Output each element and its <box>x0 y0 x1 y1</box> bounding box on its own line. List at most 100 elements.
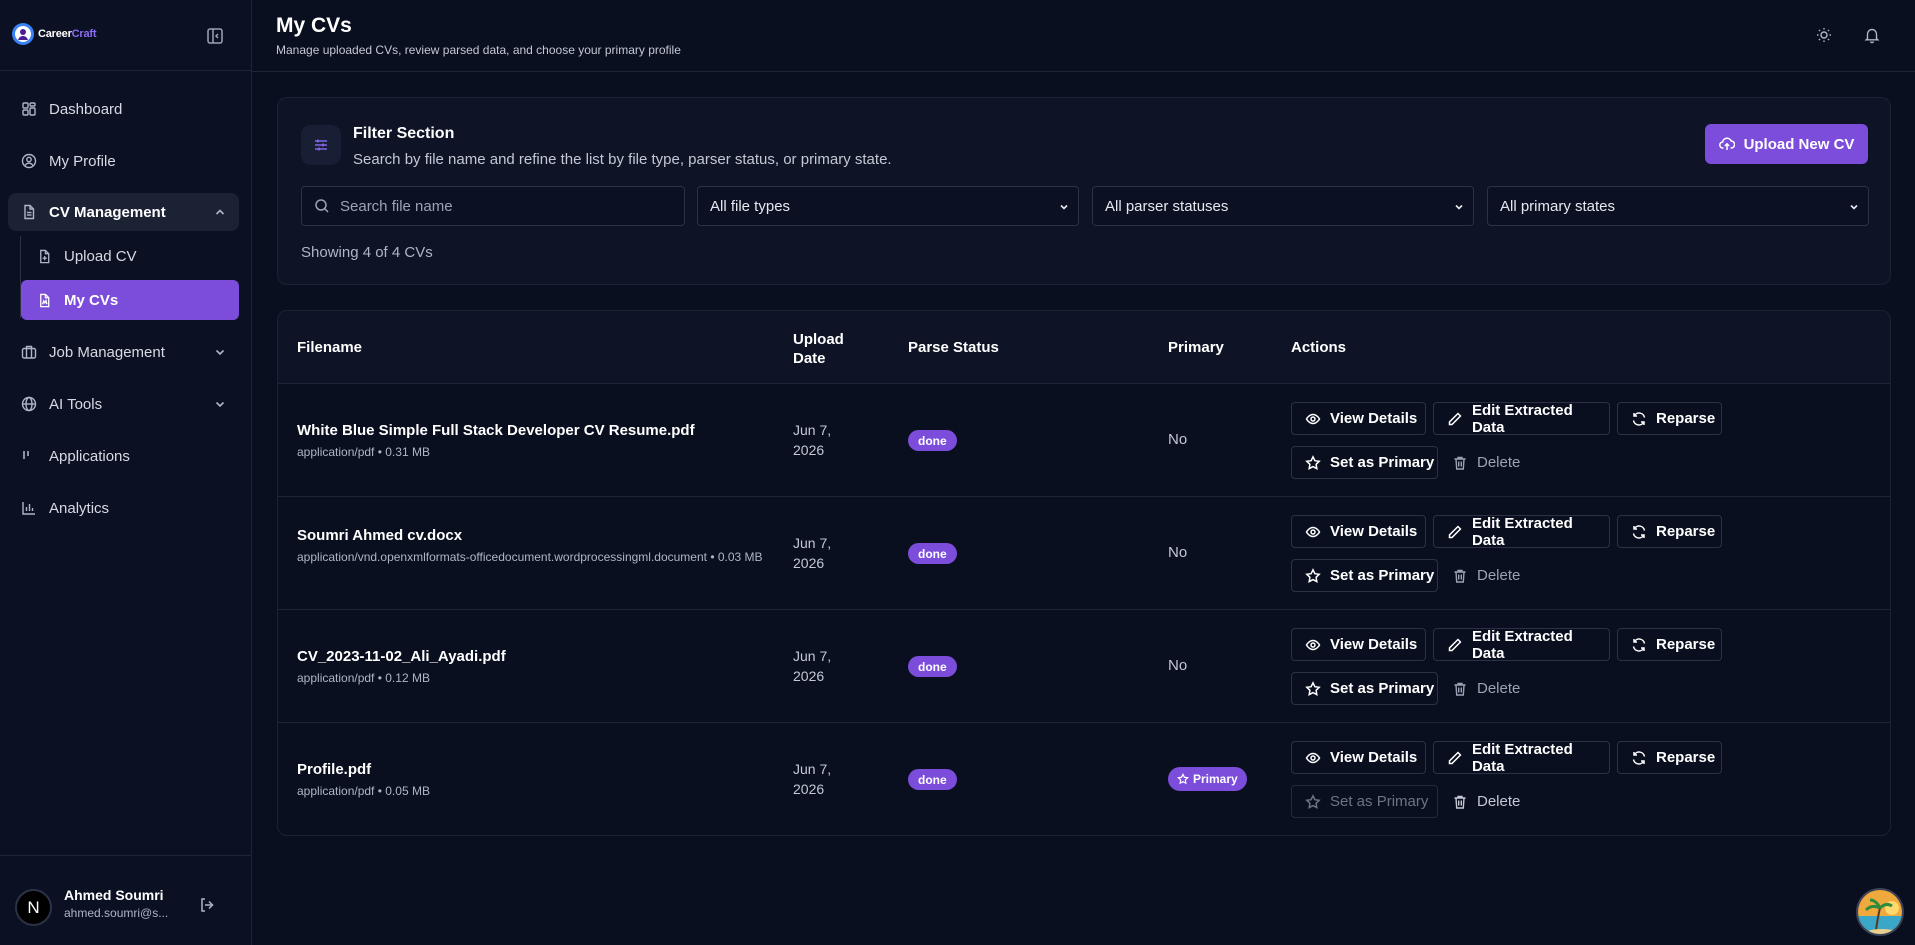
theme-toggle-icon[interactable] <box>1815 26 1833 44</box>
delete-button[interactable]: Delete <box>1438 559 1523 592</box>
button-label: Set as Primary <box>1330 793 1429 810</box>
sidebar-item-label: Dashboard <box>49 100 123 118</box>
delete-button[interactable]: Delete <box>1438 672 1523 705</box>
view-details-button[interactable]: View Details <box>1291 628 1426 661</box>
primary-value: No <box>1168 657 1188 674</box>
assistant-avatar[interactable] <box>1856 888 1904 936</box>
upload-date-line2: 2026 <box>793 668 825 684</box>
set-primary-button[interactable]: Set as Primary <box>1291 446 1438 479</box>
sidebar-item-cv-management[interactable]: CV Management <box>8 193 239 231</box>
filter-section: Filter Section Search by file name and r… <box>277 97 1891 285</box>
button-label: Delete <box>1477 793 1521 810</box>
trash-icon <box>1454 795 1466 809</box>
sidebar-item-my-profile[interactable]: My Profile <box>8 142 239 180</box>
globe-icon <box>21 396 37 412</box>
file-meta: application/pdf • 0.31 MB <box>297 445 430 459</box>
logout-icon[interactable] <box>198 896 216 914</box>
sidebar-item-ai-tools[interactable]: AI Tools <box>8 385 239 423</box>
chart-icon <box>22 502 35 515</box>
trash-icon <box>1454 682 1466 696</box>
star-icon <box>1177 773 1189 785</box>
edit-extracted-data-button[interactable]: Edit Extracted Data <box>1433 628 1610 662</box>
primary-badge-label: Primary <box>1193 772 1238 786</box>
file-meta: application/pdf • 0.12 MB <box>297 671 430 685</box>
button-label: Edit Extracted Data <box>1471 740 1573 775</box>
reparse-button[interactable]: Reparse <box>1617 628 1722 661</box>
logo-text: CareerCraft <box>38 28 97 40</box>
bell-icon[interactable] <box>1863 26 1881 44</box>
star-icon <box>1305 567 1321 583</box>
upload-date: Jun 7, 2026 <box>793 759 853 799</box>
user-panel: N Ahmed Soumri ahmed.soumri@s... <box>0 855 252 945</box>
table-row: White Blue Simple Full Stack Developer C… <box>278 384 1890 497</box>
status-badge: done <box>908 656 957 677</box>
star-icon <box>1305 680 1321 696</box>
reparse-button[interactable]: Reparse <box>1617 402 1722 435</box>
button-label: Set as Primary <box>1330 454 1435 471</box>
primary-state-select[interactable]: All primary states <box>1487 186 1869 226</box>
table-row: CV_2023-11-02_Ali_Ayadi.pdf application/… <box>278 610 1890 723</box>
cv-table: Filename Upload Date Parse Status Primar… <box>277 310 1891 836</box>
sidebar-item-dashboard[interactable]: Dashboard <box>8 90 239 128</box>
eye-icon <box>1305 639 1321 650</box>
button-label: Reparse <box>1656 636 1716 653</box>
logo[interactable]: CareerCraft <box>11 22 97 46</box>
pencil-icon <box>1448 637 1462 651</box>
delete-button[interactable]: Delete <box>1438 446 1523 479</box>
sidebar-item-label: AI Tools <box>49 395 103 413</box>
reparse-button[interactable]: Reparse <box>1617 515 1722 548</box>
page-title: My CVs <box>276 14 352 37</box>
refresh-icon <box>1632 411 1646 426</box>
sidebar-item-my-cvs[interactable]: My CVs <box>21 280 239 320</box>
button-label: View Details <box>1330 410 1418 427</box>
button-label: Reparse <box>1656 523 1716 540</box>
primary-state-value: All primary states <box>1500 197 1616 215</box>
table-row: Soumri Ahmed cv.docx application/vnd.ope… <box>278 497 1890 610</box>
edit-extracted-data-button[interactable]: Edit Extracted Data <box>1433 515 1610 549</box>
avatar[interactable]: N <box>15 889 52 926</box>
grid-icon <box>22 102 36 116</box>
edit-extracted-data-button[interactable]: Edit Extracted Data <box>1433 740 1610 775</box>
sidebar-item-label: My CVs <box>64 291 119 309</box>
upload-date: Jun 7, 2026 <box>793 420 853 460</box>
star-icon <box>1305 454 1321 470</box>
refresh-icon <box>1632 524 1646 539</box>
search-field[interactable] <box>301 186 685 226</box>
sidebar-item-upload-cv[interactable]: Upload CV <box>21 236 239 276</box>
upload-new-cv-button[interactable]: Upload New CV <box>1705 124 1868 164</box>
user-circle-icon <box>21 153 37 169</box>
column-header-upload-date-line1: Upload <box>793 331 844 348</box>
sidebar-item-label: Applications <box>49 447 130 465</box>
refresh-icon <box>1632 750 1646 765</box>
eye-icon <box>1305 526 1321 537</box>
view-details-button[interactable]: View Details <box>1291 402 1426 435</box>
filter-title: Filter Section <box>353 125 455 142</box>
file-meta: application/pdf • 0.05 MB <box>297 784 430 798</box>
button-label: View Details <box>1330 523 1418 540</box>
delete-button[interactable]: Delete <box>1438 785 1523 818</box>
sidebar-item-applications[interactable]: Applications <box>8 437 239 475</box>
edit-extracted-data-button[interactable]: Edit Extracted Data <box>1433 402 1610 436</box>
search-input[interactable] <box>340 197 660 215</box>
view-details-button[interactable]: View Details <box>1291 515 1426 548</box>
view-details-button[interactable]: View Details <box>1291 741 1426 774</box>
pencil-icon <box>1448 524 1462 538</box>
button-label: Delete <box>1477 454 1521 471</box>
upload-date: Jun 7, 2026 <box>793 533 853 573</box>
sidebar-item-analytics[interactable]: Analytics <box>8 489 239 527</box>
sidebar-item-job-management[interactable]: Job Management <box>8 333 239 371</box>
sidebar-item-label: Job Management <box>49 343 165 361</box>
table-row: Profile.pdf application/pdf • 0.05 MB Ju… <box>278 723 1890 835</box>
chevron-down-icon <box>215 401 225 408</box>
sidebar-header: CareerCraft <box>0 0 251 71</box>
eye-icon <box>1305 413 1321 424</box>
sidebar-item-label: Analytics <box>49 499 110 517</box>
set-primary-button[interactable]: Set as Primary <box>1291 559 1438 592</box>
file-type-select[interactable]: All file types <box>697 186 1079 226</box>
reparse-button[interactable]: Reparse <box>1617 741 1722 774</box>
file-meta: application/vnd.openxmlformats-officedoc… <box>297 550 763 564</box>
parser-status-select[interactable]: All parser statuses <box>1092 186 1474 226</box>
sidebar-collapse-icon[interactable] <box>205 26 225 46</box>
button-label: Reparse <box>1656 749 1716 766</box>
set-primary-button[interactable]: Set as Primary <box>1291 672 1438 705</box>
